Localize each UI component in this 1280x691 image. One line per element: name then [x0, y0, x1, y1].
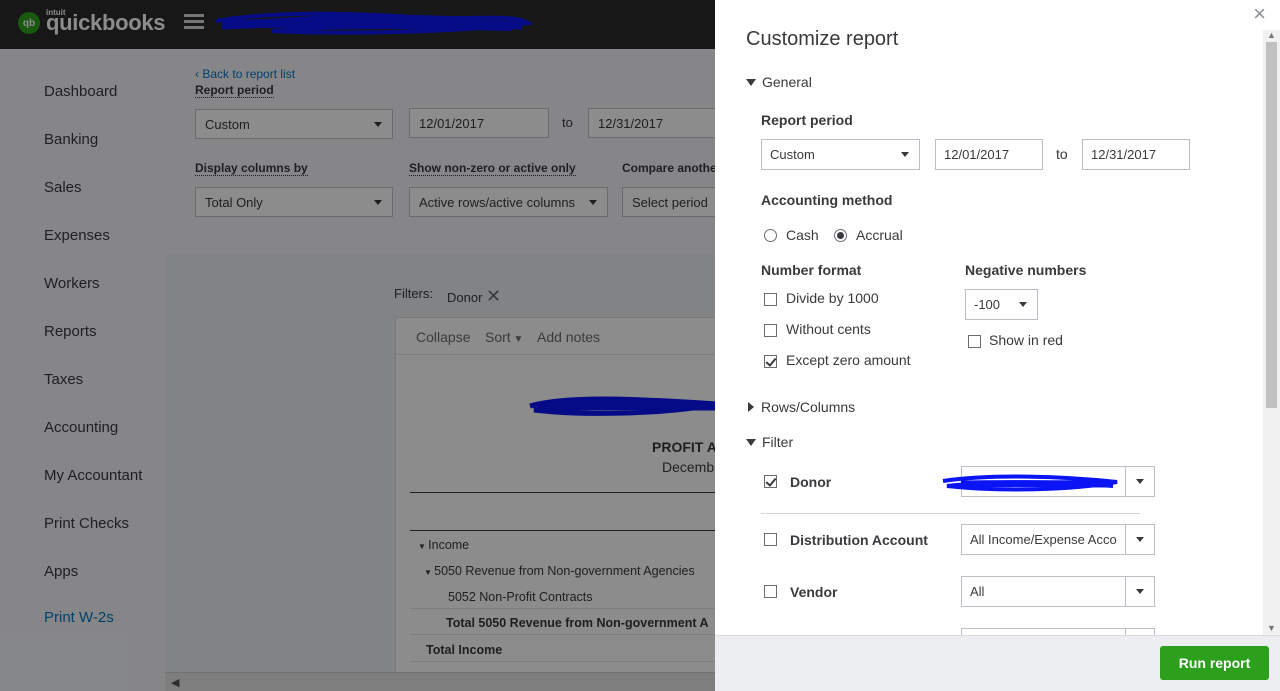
distribution-account-checkbox[interactable]: [764, 533, 777, 546]
vendor-label: Vendor: [790, 584, 838, 600]
panel-title: Customize report: [746, 28, 899, 50]
cash-radio[interactable]: [764, 229, 777, 242]
negative-numbers-label: Negative numbers: [965, 262, 1087, 278]
caret-down-icon: [746, 438, 756, 446]
from-date-input[interactable]: 12/01/2017: [935, 139, 1043, 170]
caret-down-icon: [746, 78, 756, 86]
chevron-down-icon: [1136, 479, 1144, 484]
redaction-scribble: [942, 474, 1118, 492]
vendor-checkbox[interactable]: [764, 585, 777, 598]
customize-report-panel: Customize report × General Report period…: [715, 0, 1280, 691]
number-format-label: Number format: [761, 262, 862, 278]
chevron-down-icon: [901, 152, 909, 157]
to-label: to: [1056, 146, 1068, 162]
show-in-red-label[interactable]: Show in red: [989, 332, 1063, 348]
to-date-input[interactable]: 12/31/2017: [1082, 139, 1190, 170]
cash-label[interactable]: Cash: [786, 227, 819, 243]
report-period-label: Report period: [761, 112, 853, 128]
distribution-dropdown-button[interactable]: [1125, 525, 1154, 554]
accrual-label[interactable]: Accrual: [856, 227, 903, 243]
chevron-down-icon: [1136, 537, 1144, 542]
filter-divider: [761, 513, 1140, 514]
distribution-account-select[interactable]: All Income/Expense Acco: [961, 524, 1155, 555]
except-zero-checkbox[interactable]: [764, 355, 777, 368]
chevron-down-icon: [1019, 302, 1027, 307]
show-in-red-checkbox[interactable]: [968, 335, 981, 348]
close-icon[interactable]: ×: [1253, 3, 1266, 25]
accounting-method-label: Accounting method: [761, 192, 893, 208]
scroll-up-icon[interactable]: ▲: [1267, 30, 1276, 40]
vendor-dropdown-button[interactable]: [1125, 577, 1154, 606]
run-report-button[interactable]: Run report: [1160, 646, 1269, 680]
panel-footer: Run report: [715, 635, 1280, 691]
distribution-account-label: Distribution Account: [790, 532, 928, 548]
without-cents-label[interactable]: Without cents: [786, 321, 871, 337]
except-zero-label[interactable]: Except zero amount: [786, 352, 911, 368]
modal-overlay: [0, 0, 715, 691]
report-period-select[interactable]: Custom: [761, 139, 920, 170]
scrollbar-thumb[interactable]: [1266, 42, 1277, 408]
donor-label: Donor: [790, 474, 832, 490]
donor-checkbox[interactable]: [764, 475, 777, 488]
divide-by-1000-checkbox[interactable]: [764, 293, 777, 306]
negative-numbers-select[interactable]: -100: [965, 289, 1038, 320]
donor-dropdown-button[interactable]: [1125, 467, 1154, 496]
general-section-toggle[interactable]: General: [746, 74, 812, 90]
accrual-radio[interactable]: [834, 229, 847, 242]
filter-section-toggle[interactable]: Filter: [746, 434, 793, 450]
caret-right-icon: [748, 402, 754, 412]
panel-scrollbar[interactable]: ▲ ▼: [1263, 30, 1280, 635]
scroll-down-icon[interactable]: ▼: [1267, 623, 1276, 633]
without-cents-checkbox[interactable]: [764, 324, 777, 337]
divide-by-1000-label[interactable]: Divide by 1000: [786, 290, 879, 306]
chevron-down-icon: [1136, 589, 1144, 594]
vendor-select[interactable]: All: [961, 576, 1155, 607]
rows-columns-section-toggle[interactable]: Rows/Columns: [746, 399, 855, 415]
